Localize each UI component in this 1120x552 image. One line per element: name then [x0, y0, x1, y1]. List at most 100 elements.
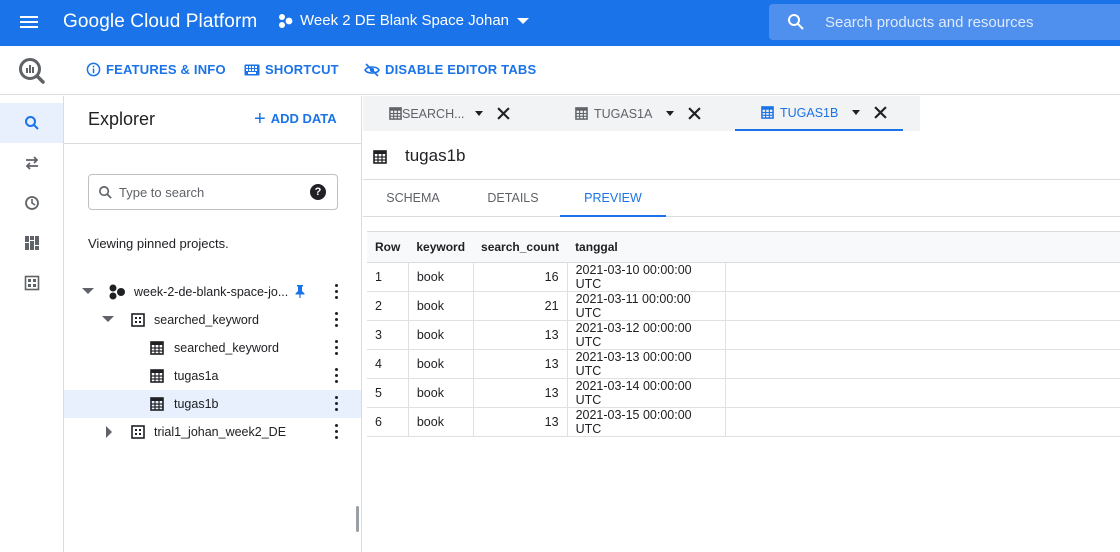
editor-tab-bar: SEARCH... TUGAS1A TUGAS1B — [363, 96, 1120, 131]
table-icon — [389, 107, 402, 120]
cell-filler — [725, 378, 1120, 408]
cell-tanggal[interactable]: 2021-03-15 00:00:00 UTC — [567, 407, 726, 437]
tab-details[interactable]: DETAILS — [473, 181, 553, 217]
cell-tanggal[interactable]: 2021-03-13 00:00:00 UTC — [567, 349, 726, 379]
tab-schema[interactable]: SCHEMA — [373, 181, 453, 217]
explorer-search-input[interactable] — [119, 184, 299, 200]
table-icon — [150, 341, 164, 355]
cell-search-count[interactable]: 13 — [473, 349, 568, 379]
tab-label: TUGAS1A — [594, 106, 653, 121]
collapse-arrow-icon[interactable] — [102, 316, 114, 322]
cell-tanggal[interactable]: 2021-03-14 00:00:00 UTC — [567, 378, 726, 408]
more-vert-icon[interactable] — [334, 284, 338, 300]
collapse-arrow-icon[interactable] — [82, 288, 94, 294]
help-icon[interactable]: ? — [310, 184, 326, 200]
rail-scheduled-queries[interactable] — [0, 183, 63, 223]
table-icon — [150, 369, 164, 383]
table-icon — [373, 150, 387, 164]
explorer-title: Explorer — [88, 109, 156, 129]
close-icon[interactable] — [496, 107, 510, 120]
plus-icon: + — [254, 107, 266, 130]
cell-filler — [725, 407, 1120, 437]
scrollbar-thumb[interactable] — [356, 506, 359, 532]
tree-label: searched_keyword — [154, 313, 259, 327]
cell-tanggal[interactable]: 2021-03-12 00:00:00 UTC — [567, 320, 726, 350]
disable-editor-tabs-button[interactable]: DISABLE EDITOR TABS — [364, 62, 536, 77]
cell-keyword[interactable]: book — [408, 349, 474, 379]
add-data-button[interactable]: + ADD DATA — [254, 107, 337, 130]
shortcut-button[interactable]: SHORTCUT — [244, 62, 339, 77]
viewing-pinned-text: Viewing pinned projects. — [88, 236, 229, 251]
more-vert-icon[interactable] — [334, 368, 338, 384]
tree-row-table[interactable]: tugas1a — [64, 362, 361, 390]
rail-reservations[interactable] — [0, 263, 63, 303]
app-title[interactable]: Google Cloud Platform — [63, 11, 257, 33]
close-icon[interactable] — [688, 107, 702, 120]
editor-tab-search[interactable]: SEARCH... — [389, 96, 510, 131]
pin-icon[interactable] — [294, 284, 306, 299]
cell-row[interactable]: 6 — [367, 407, 409, 437]
column-header-filler — [725, 231, 1120, 263]
explorer-panel: Explorer + ADD DATA ? Viewing pinned pro… — [64, 96, 362, 552]
cell-keyword[interactable]: book — [408, 378, 474, 408]
cell-search-count[interactable]: 13 — [473, 407, 568, 437]
dashboard-icon — [24, 236, 39, 250]
cell-tanggal[interactable]: 2021-03-10 00:00:00 UTC — [567, 262, 726, 292]
rail-transfers[interactable] — [0, 143, 63, 183]
cell-keyword[interactable]: book — [408, 291, 474, 321]
explorer-search: ? — [88, 174, 338, 210]
table-view-icon — [24, 275, 39, 291]
top-app-bar: Google Cloud Platform Week 2 DE Blank Sp… — [0, 0, 1120, 46]
rail-analytics-hub[interactable] — [0, 223, 63, 263]
cell-row[interactable]: 2 — [367, 291, 409, 321]
editor-tab-tugas1a[interactable]: TUGAS1A — [575, 96, 702, 131]
cell-keyword[interactable]: book — [408, 262, 474, 292]
rail-search[interactable] — [0, 103, 63, 143]
table-row: 5 book 13 2021-03-14 00:00:00 UTC — [367, 378, 1120, 408]
features-info-button[interactable]: FEATURES & INFO — [86, 62, 226, 77]
bigquery-logo-icon[interactable] — [17, 56, 47, 86]
more-vert-icon[interactable] — [334, 396, 338, 412]
more-vert-icon[interactable] — [334, 424, 338, 440]
info-icon — [86, 62, 101, 77]
keyboard-icon — [244, 64, 260, 75]
project-icon — [279, 13, 293, 28]
table-icon — [575, 107, 588, 120]
more-vert-icon[interactable] — [334, 340, 338, 356]
close-icon[interactable] — [874, 106, 888, 119]
tab-menu-icon[interactable] — [852, 110, 861, 115]
cell-row[interactable]: 5 — [367, 378, 409, 408]
cell-keyword[interactable]: book — [408, 320, 474, 350]
cell-search-count[interactable]: 16 — [473, 262, 568, 292]
tree-row-dataset[interactable]: searched_keyword — [64, 306, 361, 334]
cell-search-count[interactable]: 13 — [473, 378, 568, 408]
editor-tab-tugas1b[interactable]: TUGAS1B — [735, 96, 903, 131]
tab-preview[interactable]: PREVIEW — [560, 181, 666, 217]
tab-menu-icon[interactable] — [474, 111, 483, 116]
cell-tanggal[interactable]: 2021-03-11 00:00:00 UTC — [567, 291, 726, 321]
tab-menu-icon[interactable] — [666, 111, 675, 116]
column-header: search_count — [473, 231, 568, 263]
column-header: Row — [367, 231, 409, 263]
cell-keyword[interactable]: book — [408, 407, 474, 437]
add-data-label: ADD DATA — [270, 111, 337, 126]
table-icon — [150, 397, 164, 411]
cell-filler — [725, 349, 1120, 379]
cell-row[interactable]: 1 — [367, 262, 409, 292]
project-selector[interactable]: Week 2 DE Blank Space Johan — [278, 12, 530, 29]
tree-label: searched_keyword — [174, 341, 279, 355]
more-vert-icon[interactable] — [334, 312, 338, 328]
tree-row-table[interactable]: searched_keyword — [64, 334, 361, 362]
cell-row[interactable]: 4 — [367, 349, 409, 379]
menu-icon[interactable] — [20, 13, 42, 31]
tree-row-project[interactable]: week-2-de-blank-space-jo... — [64, 278, 361, 306]
tree-row-table-selected[interactable]: tugas1b — [64, 390, 361, 418]
cell-search-count[interactable]: 21 — [473, 291, 568, 321]
global-search[interactable]: Search products and resources — [769, 4, 1120, 40]
expand-arrow-icon[interactable] — [106, 426, 112, 438]
column-header: keyword — [408, 231, 474, 263]
cell-row[interactable]: 3 — [367, 320, 409, 350]
tree-row-dataset[interactable]: trial1_johan_week2_DE — [64, 418, 361, 446]
swap-arrows-icon — [25, 156, 38, 170]
cell-search-count[interactable]: 13 — [473, 320, 568, 350]
